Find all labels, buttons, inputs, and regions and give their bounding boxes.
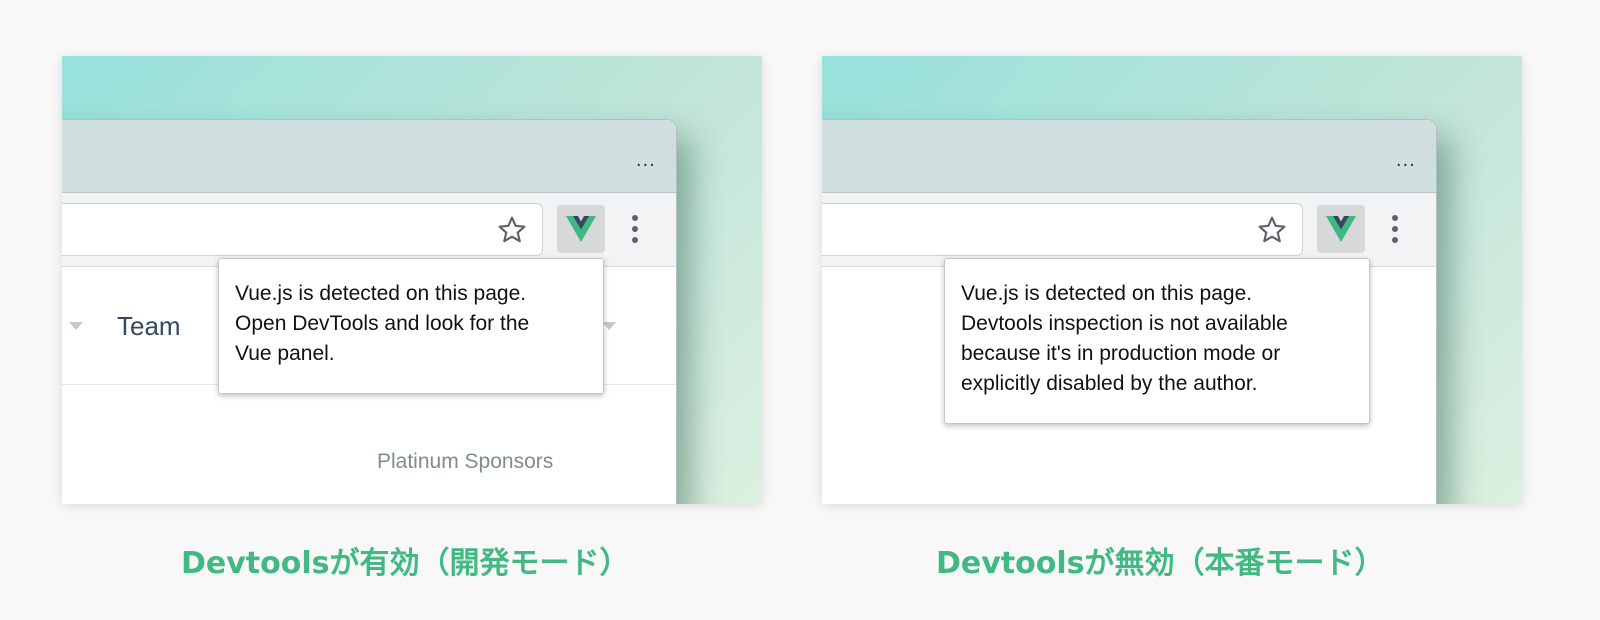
caption-devtools-enabled: Devtoolsが有効（開発モード）	[181, 546, 630, 581]
address-bar[interactable]	[822, 203, 1303, 256]
vue-devtools-popup: Vue.js is detected on this page. Open De…	[218, 258, 604, 394]
browser-titlebar: ...	[62, 120, 676, 193]
vue-logo-icon	[566, 216, 596, 242]
vue-devtools-extension-button[interactable]	[557, 205, 605, 253]
address-bar[interactable]	[62, 203, 543, 256]
nav-item-team[interactable]: Team	[117, 311, 181, 342]
caption-devtools-disabled: Devtoolsが無効（本番モード）	[936, 546, 1385, 581]
star-icon[interactable]	[1256, 214, 1288, 246]
browser-titlebar: ...	[822, 120, 1436, 193]
vue-logo-icon	[1326, 216, 1356, 242]
chevron-down-icon	[602, 322, 616, 330]
browser-toolbar	[822, 193, 1436, 267]
devtools-disabled-screenshot: ... Vue.js is detected on this page. Dev…	[822, 56, 1522, 504]
devtools-enabled-screenshot: ... Team Platinum Sponsors Vue.js is det…	[62, 56, 762, 504]
more-vert-icon[interactable]	[1385, 211, 1405, 247]
more-vert-icon[interactable]	[625, 211, 645, 247]
star-icon[interactable]	[496, 214, 528, 246]
titlebar-menu[interactable]: ...	[636, 150, 656, 171]
browser-toolbar	[62, 193, 676, 267]
chevron-down-icon	[69, 322, 83, 330]
platinum-sponsors-heading: Platinum Sponsors	[377, 450, 554, 473]
vue-devtools-extension-button[interactable]	[1317, 205, 1365, 253]
vue-devtools-popup: Vue.js is detected on this page. Devtool…	[944, 258, 1370, 424]
titlebar-menu[interactable]: ...	[1396, 150, 1416, 171]
